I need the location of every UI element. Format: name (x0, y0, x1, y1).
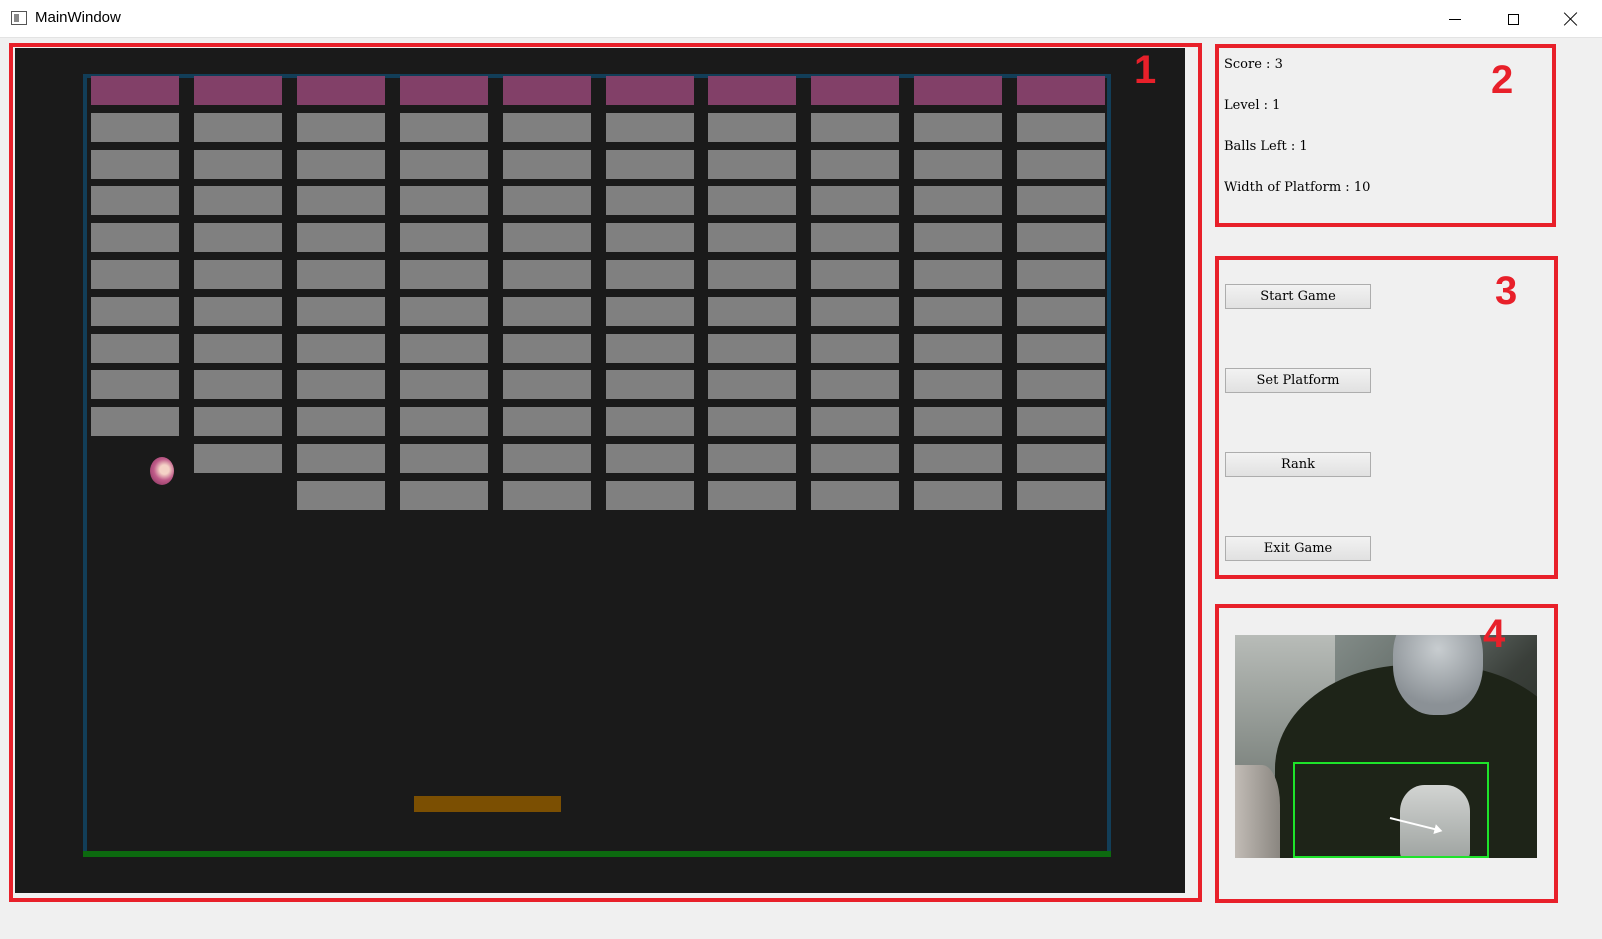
annotation-number-2: 2 (1491, 58, 1514, 102)
annotation-number-1: 1 (1134, 48, 1157, 92)
maximize-icon (1507, 13, 1519, 25)
maximize-button[interactable] (1484, 0, 1542, 38)
platform-width-label: Width of Platform : 10 (1224, 180, 1371, 195)
close-icon (1564, 12, 1578, 26)
exit-game-button[interactable]: Exit Game (1225, 536, 1371, 561)
balls-left-label: Balls Left : 1 (1224, 139, 1308, 154)
rank-button[interactable]: Rank (1225, 452, 1371, 477)
annotation-box-game (9, 43, 1202, 902)
set-platform-button[interactable]: Set Platform (1225, 368, 1371, 393)
minimize-button[interactable] (1426, 0, 1484, 38)
annotation-number-3: 3 (1495, 269, 1518, 313)
camera-feed (1235, 635, 1537, 858)
title-bar: MainWindow (0, 0, 1602, 38)
annotation-number-4: 4 (1483, 612, 1506, 656)
camera-person-arm (1235, 765, 1280, 858)
minimize-icon (1449, 18, 1461, 20)
app-window-icon (11, 11, 27, 25)
hand-tracking-box (1293, 762, 1489, 858)
level-label: Level : 1 (1224, 98, 1281, 113)
start-game-button[interactable]: Start Game (1225, 284, 1371, 309)
window-title: MainWindow (35, 9, 121, 26)
close-button[interactable] (1542, 0, 1600, 38)
score-label: Score : 3 (1224, 57, 1283, 72)
